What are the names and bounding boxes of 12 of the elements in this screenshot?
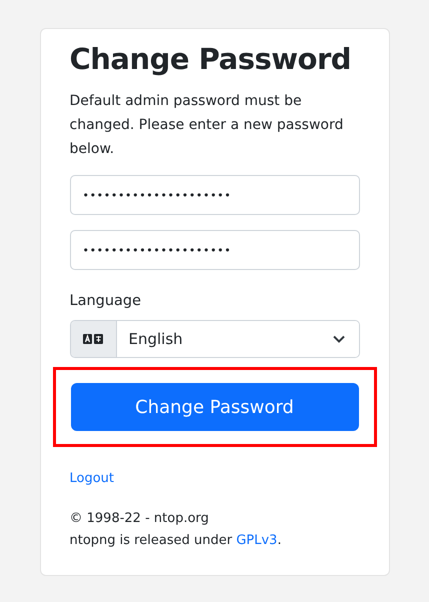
language-select[interactable]: English bbox=[70, 320, 360, 358]
logout-link[interactable]: Logout bbox=[70, 471, 114, 486]
copyright-text: © 1998-22 - ntop.org bbox=[70, 510, 209, 528]
license-text: ntopng is released under GPLv3. bbox=[70, 530, 282, 552]
selected-language: English bbox=[128, 330, 183, 348]
change-password-button[interactable]: Change Password bbox=[70, 383, 358, 431]
password-field[interactable]: ••••••••••••••••••••• bbox=[70, 230, 360, 270]
page-title: Change Password bbox=[70, 41, 352, 78]
password-field[interactable]: ••••••••••••••••••••• bbox=[70, 175, 360, 215]
description: Default admin password must be changed. Please enter a new password below. bbox=[70, 92, 344, 159]
license-link[interactable]: GPLv3 bbox=[236, 530, 278, 552]
field-label: Language bbox=[70, 292, 142, 311]
